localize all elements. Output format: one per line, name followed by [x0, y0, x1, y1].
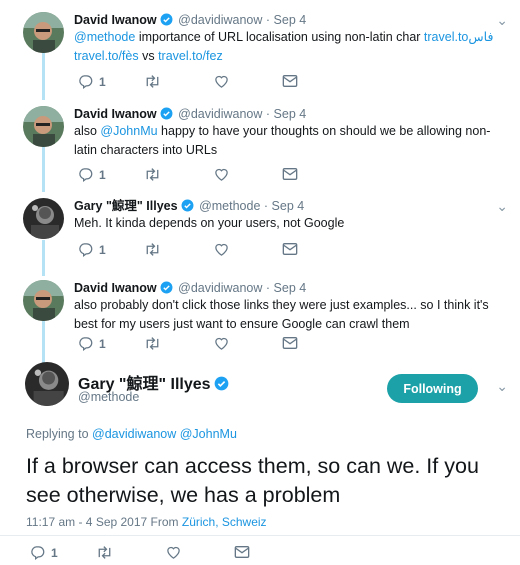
retweet-button[interactable] [144, 74, 161, 89]
chevron-down-icon[interactable]: ⌄ [496, 198, 508, 215]
tweet-text: Meh. It kinda depends on your users, not… [74, 216, 345, 230]
author-handle[interactable]: @davidiwanow [178, 107, 262, 121]
tweet-text: also @JohnMu happy to have your thoughts… [74, 124, 491, 157]
avatar-david[interactable] [23, 280, 64, 321]
tweet-text: If a browser can access them, so can we.… [26, 454, 479, 507]
reply-button[interactable]: 1 [30, 545, 58, 560]
retweet-icon [98, 546, 111, 559]
author-name[interactable]: Gary "鯨理" Illyes [74, 199, 178, 213]
message-button[interactable] [282, 242, 298, 256]
envelope-icon [282, 243, 298, 255]
retweet-button[interactable] [96, 545, 113, 560]
thread-line [42, 183, 45, 190]
reply-count: 1 [99, 74, 106, 89]
reply-count: 1 [99, 167, 106, 182]
thread-line [42, 90, 45, 98]
reply-count: 1 [51, 545, 58, 560]
thread-line [42, 321, 45, 363]
tweet[interactable]: David Iwanow @davidiwanow · Sep 4 also @… [0, 90, 520, 192]
tweet[interactable]: David Iwanow @davidiwanow · Sep 4 ⌄ @met… [0, 0, 520, 100]
retweet-button[interactable] [144, 336, 161, 351]
reply-button[interactable]: 1 [78, 336, 106, 351]
url-link[interactable]: travel.to/fez [158, 49, 223, 63]
message-button[interactable] [282, 74, 298, 88]
url-link[interactable]: travel.to/fès [74, 49, 139, 63]
replying-to: Replying to @davidiwanow @JohnMu [26, 427, 237, 441]
divider [0, 535, 520, 536]
verified-icon [214, 376, 229, 396]
heart-icon [215, 337, 228, 350]
retweet-icon [146, 168, 159, 181]
reply-icon [79, 75, 93, 89]
avatar-gary[interactable] [23, 198, 64, 239]
author-handle[interactable]: @methode [199, 199, 260, 213]
author-name[interactable]: David Iwanow [74, 281, 157, 295]
heart-icon [215, 168, 228, 181]
envelope-icon [282, 337, 298, 349]
envelope-icon [282, 75, 298, 87]
like-button[interactable] [214, 74, 229, 89]
tweet-text: @methode importance of URL localisation … [74, 30, 494, 63]
envelope-icon [234, 546, 250, 558]
message-button[interactable] [282, 167, 298, 181]
tweet[interactable]: Gary "鯨理" Illyes @methode · Sep 4 ⌄ Meh.… [0, 183, 520, 276]
reply-icon [31, 546, 45, 560]
tweet-date[interactable]: · Sep 4 [266, 281, 306, 295]
tweet-timestamp: 11:17 am - 4 Sep 2017 From Zürich, Schwe… [26, 515, 267, 529]
author-name[interactable]: David Iwanow [74, 107, 157, 121]
reply-icon [79, 243, 93, 257]
author-handle[interactable]: @davidiwanow [178, 281, 262, 295]
tweet-date[interactable]: · Sep 4 [264, 199, 304, 213]
reply-button[interactable]: 1 [78, 242, 106, 257]
like-button[interactable] [214, 167, 229, 182]
avatar-gary[interactable] [25, 362, 69, 406]
reply-button[interactable]: 1 [78, 74, 106, 89]
author-name[interactable]: David Iwanow [74, 13, 157, 27]
author-handle[interactable]: @davidiwanow [178, 13, 262, 27]
retweet-icon [146, 75, 159, 88]
heart-icon [215, 75, 228, 88]
tweet-text: also probably don't click those links th… [74, 298, 489, 331]
heart-icon [215, 243, 228, 256]
reply-icon [79, 168, 93, 182]
retweet-button[interactable] [144, 242, 161, 257]
message-button[interactable] [282, 336, 298, 350]
envelope-icon [282, 168, 298, 180]
retweet-icon [146, 243, 159, 256]
like-button[interactable] [214, 336, 229, 351]
mention-link[interactable]: @JohnMu [100, 124, 157, 138]
chevron-down-icon[interactable]: ⌄ [496, 378, 508, 395]
tweet-date[interactable]: · Sep 4 [266, 13, 306, 27]
mention-link[interactable]: @methode [74, 30, 135, 44]
reply-count: 1 [99, 242, 106, 257]
avatar-david[interactable] [23, 106, 64, 147]
tweet[interactable]: David Iwanow @davidiwanow · Sep 4 also p… [0, 265, 520, 363]
url-link[interactable]: travel.toفاس [424, 30, 494, 44]
replying-to-links[interactable]: @davidiwanow @JohnMu [92, 427, 237, 441]
author-handle[interactable]: @methode [78, 390, 139, 404]
reply-icon [79, 337, 93, 351]
reply-button[interactable]: 1 [78, 167, 106, 182]
avatar-david[interactable] [23, 12, 64, 53]
thread-line [42, 265, 45, 272]
retweet-button[interactable] [144, 167, 161, 182]
message-button[interactable] [234, 545, 250, 559]
reply-count: 1 [99, 336, 106, 351]
location-link[interactable]: Zürich, Schweiz [182, 515, 267, 529]
following-button[interactable]: Following [387, 374, 478, 403]
like-button[interactable] [166, 545, 181, 560]
chevron-down-icon[interactable]: ⌄ [496, 12, 508, 29]
heart-icon [167, 546, 180, 559]
like-button[interactable] [214, 242, 229, 257]
retweet-icon [146, 337, 159, 350]
tweet-date[interactable]: · Sep 4 [266, 107, 306, 121]
